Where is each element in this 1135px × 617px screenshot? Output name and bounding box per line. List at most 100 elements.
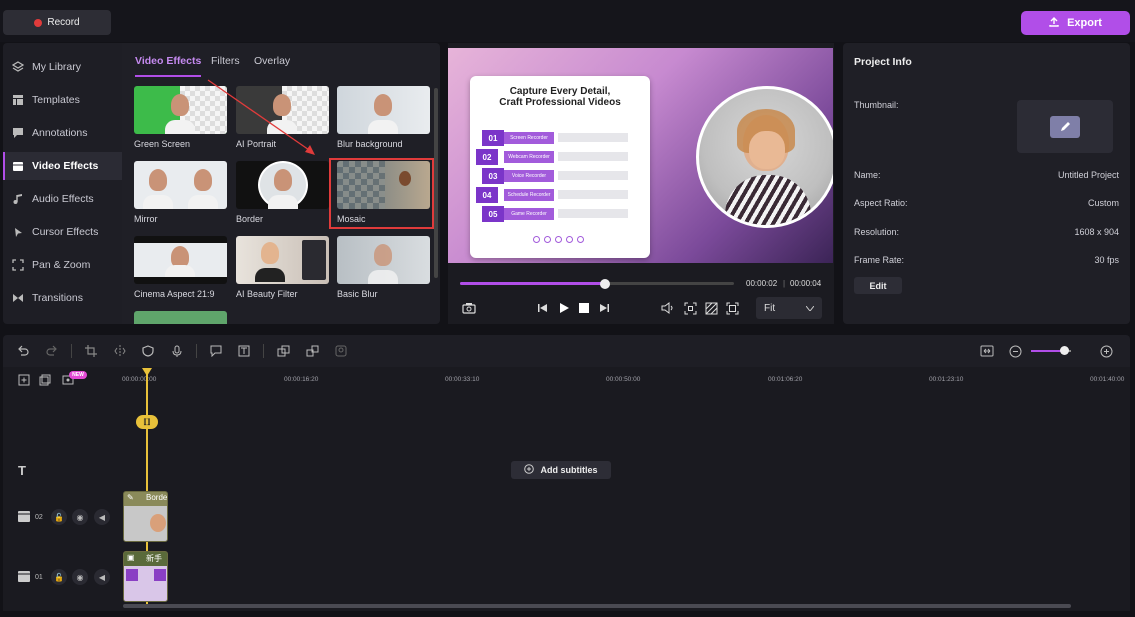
effect-label: Mirror — [134, 214, 158, 224]
tab-filters[interactable]: Filters — [211, 55, 240, 67]
split-icon[interactable] — [112, 343, 128, 359]
music-icon — [12, 193, 24, 205]
comment-icon[interactable] — [208, 343, 224, 359]
crop-frame-icon[interactable] — [682, 300, 698, 316]
text-box-icon[interactable] — [236, 343, 252, 359]
zoom-slider-handle[interactable] — [1060, 346, 1069, 355]
thumbnail-picker[interactable] — [1017, 100, 1113, 153]
eye-icon[interactable]: ◉ — [72, 569, 88, 585]
person-detect-icon[interactable] — [333, 343, 349, 359]
effect-label: Cinema Aspect 21:9 — [134, 289, 215, 299]
resolution-label: Resolution: — [854, 227, 900, 237]
slide-row: 03 Voice Recorder — [482, 168, 632, 184]
effects-scrollbar[interactable] — [434, 88, 438, 278]
chevron-down-icon — [805, 303, 815, 314]
time-ruler[interactable]: 00:00:00:00 00:00:16:20 00:00:33:10 00:0… — [120, 369, 1130, 389]
annotation-icon — [12, 127, 24, 139]
aspect-ratio-icon[interactable] — [703, 300, 719, 316]
sidebar-item-transitions[interactable]: Transitions — [3, 284, 122, 312]
effect-thumb-partial[interactable] — [134, 311, 227, 324]
effect-thumb-mirror[interactable] — [134, 161, 227, 209]
effect-thumb-ai-beauty-filter[interactable] — [236, 236, 329, 284]
stop-icon[interactable] — [576, 300, 592, 316]
slide-row: 02 Webcam Recorder — [476, 149, 632, 165]
sidebar-item-cursor-effects[interactable]: Cursor Effects — [3, 218, 122, 246]
record-button[interactable]: Record — [3, 10, 111, 35]
copy-track-icon[interactable] — [38, 373, 51, 386]
sidebar-item-label: Video Effects — [32, 160, 99, 172]
effect-thumb-blur-background[interactable] — [337, 86, 430, 134]
frame-rate-label: Frame Rate: — [854, 255, 905, 265]
camera-icon[interactable] — [461, 300, 477, 316]
effect-label: AI Beauty Filter — [236, 289, 298, 299]
sidebar-item-my-library[interactable]: My Library — [3, 53, 122, 81]
effect-label: Blur background — [337, 139, 403, 149]
fullscreen-icon[interactable] — [724, 300, 740, 316]
thumbnail-label: Thumbnail: — [854, 100, 899, 110]
video-effects-icon — [12, 160, 24, 172]
lock-icon[interactable]: 🔓 — [51, 509, 67, 525]
next-frame-icon[interactable] — [596, 300, 612, 316]
effect-label: Border — [236, 214, 264, 224]
export-button[interactable]: Export — [1021, 11, 1130, 35]
ungroup-icon[interactable] — [304, 343, 320, 359]
aspect-ratio-label: Aspect Ratio: — [854, 198, 908, 208]
transition-icon — [12, 292, 24, 304]
fit-timeline-icon[interactable] — [979, 343, 995, 359]
effect-thumb-cinema-aspect[interactable] — [134, 236, 227, 284]
sidebar-item-annotations[interactable]: Annotations — [3, 119, 122, 147]
effect-thumb-green-screen[interactable] — [134, 86, 227, 134]
mute-icon[interactable]: ◀ — [94, 569, 110, 585]
name-value: Untitled Project — [1057, 170, 1119, 180]
frame-rate-value: 30 fps — [1094, 255, 1119, 265]
microphone-icon[interactable] — [169, 343, 185, 359]
effect-label: AI Portrait — [236, 139, 277, 149]
timeline-horizontal-scrollbar[interactable] — [123, 604, 1071, 608]
lock-icon[interactable]: 🔓 — [51, 569, 67, 585]
sidebar-item-label: Audio Effects — [32, 193, 94, 205]
sidebar-item-video-effects[interactable]: Video Effects — [3, 152, 122, 180]
fit-dropdown[interactable]: Fit — [756, 297, 822, 319]
zoom-in-icon[interactable] — [1098, 343, 1114, 359]
slide-card: Capture Every Detail, Craft Professional… — [470, 76, 650, 258]
effect-thumb-border[interactable] — [236, 161, 329, 209]
mosaic-highlight-box — [329, 158, 434, 229]
ruler-label: 00:01:06:20 — [768, 376, 803, 383]
text-track-icon: T — [18, 463, 26, 478]
volume-icon[interactable] — [660, 300, 676, 316]
sidebar-item-label: My Library — [32, 61, 82, 73]
zoom-out-icon[interactable] — [1007, 343, 1023, 359]
tab-overlay[interactable]: Overlay — [254, 55, 290, 67]
layers-icon — [12, 61, 24, 73]
add-subtitles-button[interactable]: Add subtitles — [511, 461, 611, 479]
total-time: 00:00:04 — [790, 279, 822, 288]
ruler-label: 00:01:40:00 — [1090, 376, 1125, 383]
eye-icon[interactable]: ◉ — [72, 509, 88, 525]
undo-icon[interactable] — [15, 343, 31, 359]
ruler-label: 00:00:16:20 — [284, 376, 319, 383]
sidebar-item-templates[interactable]: Templates — [3, 86, 122, 114]
previous-frame-icon[interactable] — [535, 300, 551, 316]
edit-button[interactable]: Edit — [854, 277, 902, 294]
video-track-icon — [18, 511, 30, 524]
aspect-ratio-value: Custom — [1087, 198, 1119, 208]
crop-icon[interactable] — [83, 343, 99, 359]
play-icon[interactable] — [556, 300, 572, 316]
sidebar-item-audio-effects[interactable]: Audio Effects — [3, 185, 122, 213]
split-marker-icon[interactable]: ⟦⟧ — [136, 415, 158, 429]
effect-thumb-basic-blur[interactable] — [337, 236, 430, 284]
tab-video-effects[interactable]: Video Effects — [135, 55, 201, 67]
clip-screen-recording[interactable]: ▣ 新手 — [123, 551, 168, 602]
ruler-label: 00:01:23:10 — [929, 376, 964, 383]
effect-label: Green Screen — [134, 139, 191, 149]
redo-icon[interactable] — [44, 343, 60, 359]
effect-thumb-ai-portrait[interactable] — [236, 86, 329, 134]
sidebar-item-pan-zoom[interactable]: Pan & Zoom — [3, 251, 122, 279]
shield-icon[interactable] — [140, 343, 156, 359]
clip-border-effect[interactable]: ✎ Borde — [123, 491, 168, 542]
mute-icon[interactable]: ◀ — [94, 509, 110, 525]
toolbar-divider — [71, 344, 72, 358]
ruler-label: 00:00:50:00 — [606, 376, 641, 383]
group-icon[interactable] — [275, 343, 291, 359]
add-track-icon[interactable] — [17, 373, 30, 386]
